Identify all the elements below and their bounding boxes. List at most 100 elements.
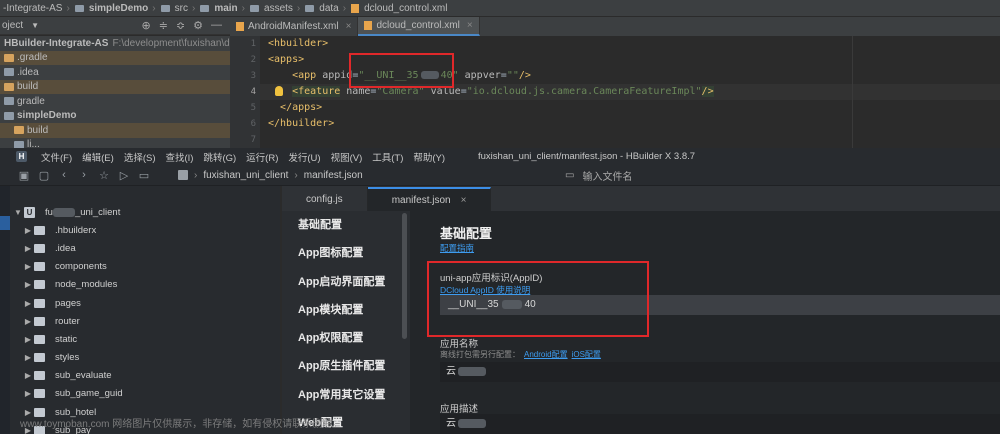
tree-item-folder[interactable]: ▶ .idea <box>10 239 280 257</box>
nav-item-modules[interactable]: App模块配置 <box>282 296 410 324</box>
tree-item-root[interactable]: HBuilder-Integrate-AS F:\development\fux… <box>0 36 246 51</box>
tree-item-folder[interactable]: ▶ sub_game_guid <box>10 385 280 403</box>
tree-item[interactable]: .idea <box>0 65 230 80</box>
tab-dcloud-control[interactable]: dcloud_control.xml × <box>358 17 480 36</box>
line-number: 5 <box>250 103 256 113</box>
chevron-right-icon[interactable]: ▶ <box>22 280 34 289</box>
nav-item-basic[interactable]: 基础配置 <box>282 211 410 239</box>
menu-edit[interactable]: 编辑(E) <box>77 150 119 164</box>
folder-label: router <box>55 315 80 327</box>
tree-item[interactable]: build <box>0 123 230 138</box>
close-icon[interactable]: × <box>467 20 473 31</box>
breadcrumb-item[interactable]: data <box>316 3 341 14</box>
line-number: 7 <box>250 135 256 145</box>
nav-item-app-icon[interactable]: App图标配置 <box>282 239 410 267</box>
chevron-right-icon[interactable]: ▶ <box>22 389 34 398</box>
close-icon[interactable]: × <box>346 21 352 32</box>
save-icon[interactable]: ▢ <box>34 169 54 182</box>
sidebar-toggle-icon[interactable]: ▣ <box>14 169 34 182</box>
tree-item-label: .idea <box>17 66 39 78</box>
hb-editor-tabs: config.js manifest.json × <box>282 186 1000 211</box>
breadcrumb-item[interactable]: main <box>211 3 240 14</box>
search-input[interactable]: 输入文件名 <box>582 168 632 183</box>
forward-icon[interactable]: › <box>74 169 94 181</box>
tree-item[interactable]: .gradle <box>0 50 230 65</box>
menu-run[interactable]: 运行(R) <box>241 150 283 164</box>
folder-label: node_modules <box>55 279 118 291</box>
chevron-right-icon[interactable]: ▶ <box>22 244 34 253</box>
star-icon[interactable]: ☆ <box>94 169 114 182</box>
chevron-right-icon[interactable]: ▶ <box>22 335 34 344</box>
breadcrumb-item[interactable]: manifest.json <box>304 170 363 181</box>
app-desc-field[interactable]: 云 <box>440 414 1000 434</box>
tree-item-folder[interactable]: ▶ static <box>10 330 280 348</box>
gear-icon[interactable]: ⚙ <box>193 19 203 32</box>
menu-view[interactable]: 视图(V) <box>326 150 368 164</box>
collapse-icon[interactable]: ≑ <box>159 19 168 32</box>
nav-item-splash[interactable]: App启动界面配置 <box>282 268 410 296</box>
chevron-right-icon[interactable]: ▶ <box>22 317 34 326</box>
hb-project-tree: ▼ U fu _uni_client ▶ .hbuilderx ▶ .idea ▶ c… <box>10 186 280 434</box>
tab-manifest-json[interactable]: manifest.json × <box>367 187 492 211</box>
menu-select[interactable]: 选择(S) <box>119 150 161 164</box>
tree-item[interactable]: build <box>0 79 230 94</box>
breadcrumb-item[interactable]: dcloud_control.xml <box>361 3 450 14</box>
breadcrumb: › fuxishan_uni_client › manifest.json <box>178 170 363 181</box>
chevron-right-icon[interactable]: ▶ <box>22 299 34 308</box>
chevron-right-icon[interactable]: ▶ <box>22 226 34 235</box>
menu-tools[interactable]: 工具(T) <box>367 150 408 164</box>
tree-item-folder[interactable]: ▶ router <box>10 312 280 330</box>
xml-tag: </hbuilder> <box>268 118 335 129</box>
nav-item-native-plugins[interactable]: App原生插件配置 <box>282 352 410 380</box>
menu-goto[interactable]: 跳转(G) <box>198 150 241 164</box>
tree-item-folder[interactable]: ▶ .hbuilderx <box>10 221 280 239</box>
xml-tag: <app <box>292 70 323 81</box>
xml-tag: /> <box>518 70 531 81</box>
target-icon[interactable]: ⊕ <box>141 19 150 32</box>
menu-file[interactable]: 文件(F) <box>36 150 77 164</box>
breadcrumb-item[interactable]: src <box>172 3 191 14</box>
chevron-right-icon[interactable]: ▶ <box>22 262 34 271</box>
tree-item-folder[interactable]: ▶ node_modules <box>10 276 280 294</box>
project-view-selector[interactable]: oject <box>2 20 23 31</box>
menu-publish[interactable]: 发行(U) <box>283 150 325 164</box>
ios-config-link[interactable]: iOS配置 <box>572 350 601 359</box>
breadcrumb-item[interactable]: fuxishan_uni_client <box>203 170 288 181</box>
file-search[interactable]: ▭ 输入文件名 <box>565 165 632 186</box>
tree-item-folder[interactable]: ▶ components <box>10 258 280 276</box>
xml-attr: appid <box>322 70 353 81</box>
tree-item-folder[interactable]: ▶ styles <box>10 349 280 367</box>
expand-icon[interactable]: ≎ <box>176 19 185 32</box>
scrollbar[interactable] <box>402 213 407 339</box>
tree-item-folder[interactable]: ▶ pages <box>10 294 280 312</box>
tree-item[interactable]: simpleDemo <box>0 109 230 124</box>
breadcrumb-item[interactable]: simpleDemo <box>86 3 151 14</box>
chevron-right-icon[interactable]: ▶ <box>22 353 34 362</box>
tree-item[interactable]: gradle <box>0 94 230 109</box>
menu-find[interactable]: 查找(I) <box>160 150 198 164</box>
tree-item-folder[interactable]: ▶ sub_evaluate <box>10 367 280 385</box>
lightbulb-icon[interactable] <box>275 86 283 96</box>
minimize-icon[interactable]: — <box>211 19 222 32</box>
project-panel-header: oject ▼ ⊕ ≑ ≎ ⚙ — <box>0 17 230 35</box>
tree-item-project[interactable]: ▼ U fu _uni_client <box>10 203 280 221</box>
menu-help[interactable]: 帮助(Y) <box>408 150 450 164</box>
chevron-down-icon[interactable]: ▼ <box>12 208 24 217</box>
close-icon[interactable]: × <box>461 195 467 206</box>
config-guide-link[interactable]: 配置指南 <box>440 242 474 254</box>
run-icon[interactable]: ▷ <box>114 169 134 182</box>
nav-item-permissions[interactable]: App权限配置 <box>282 324 410 352</box>
breadcrumb-item[interactable]: assets <box>261 3 296 14</box>
tab-android-manifest[interactable]: AndroidManifest.xml × <box>230 17 359 36</box>
chevron-right-icon[interactable]: ▶ <box>22 371 34 380</box>
chevron-down-icon[interactable]: ▼ <box>31 21 39 30</box>
nav-item-other-settings[interactable]: App常用其它设置 <box>282 381 410 409</box>
tab-config-js[interactable]: config.js <box>282 187 368 211</box>
activity-bar <box>0 186 10 434</box>
breadcrumb-item[interactable]: -Integrate-AS <box>0 3 65 14</box>
tab-label: AndroidManifest.xml <box>248 21 339 32</box>
preview-icon[interactable]: ▭ <box>134 169 154 182</box>
app-name-field[interactable]: 云 <box>440 362 1000 382</box>
back-icon[interactable]: ‹ <box>54 169 74 181</box>
android-config-link[interactable]: Android配置 <box>524 350 568 359</box>
